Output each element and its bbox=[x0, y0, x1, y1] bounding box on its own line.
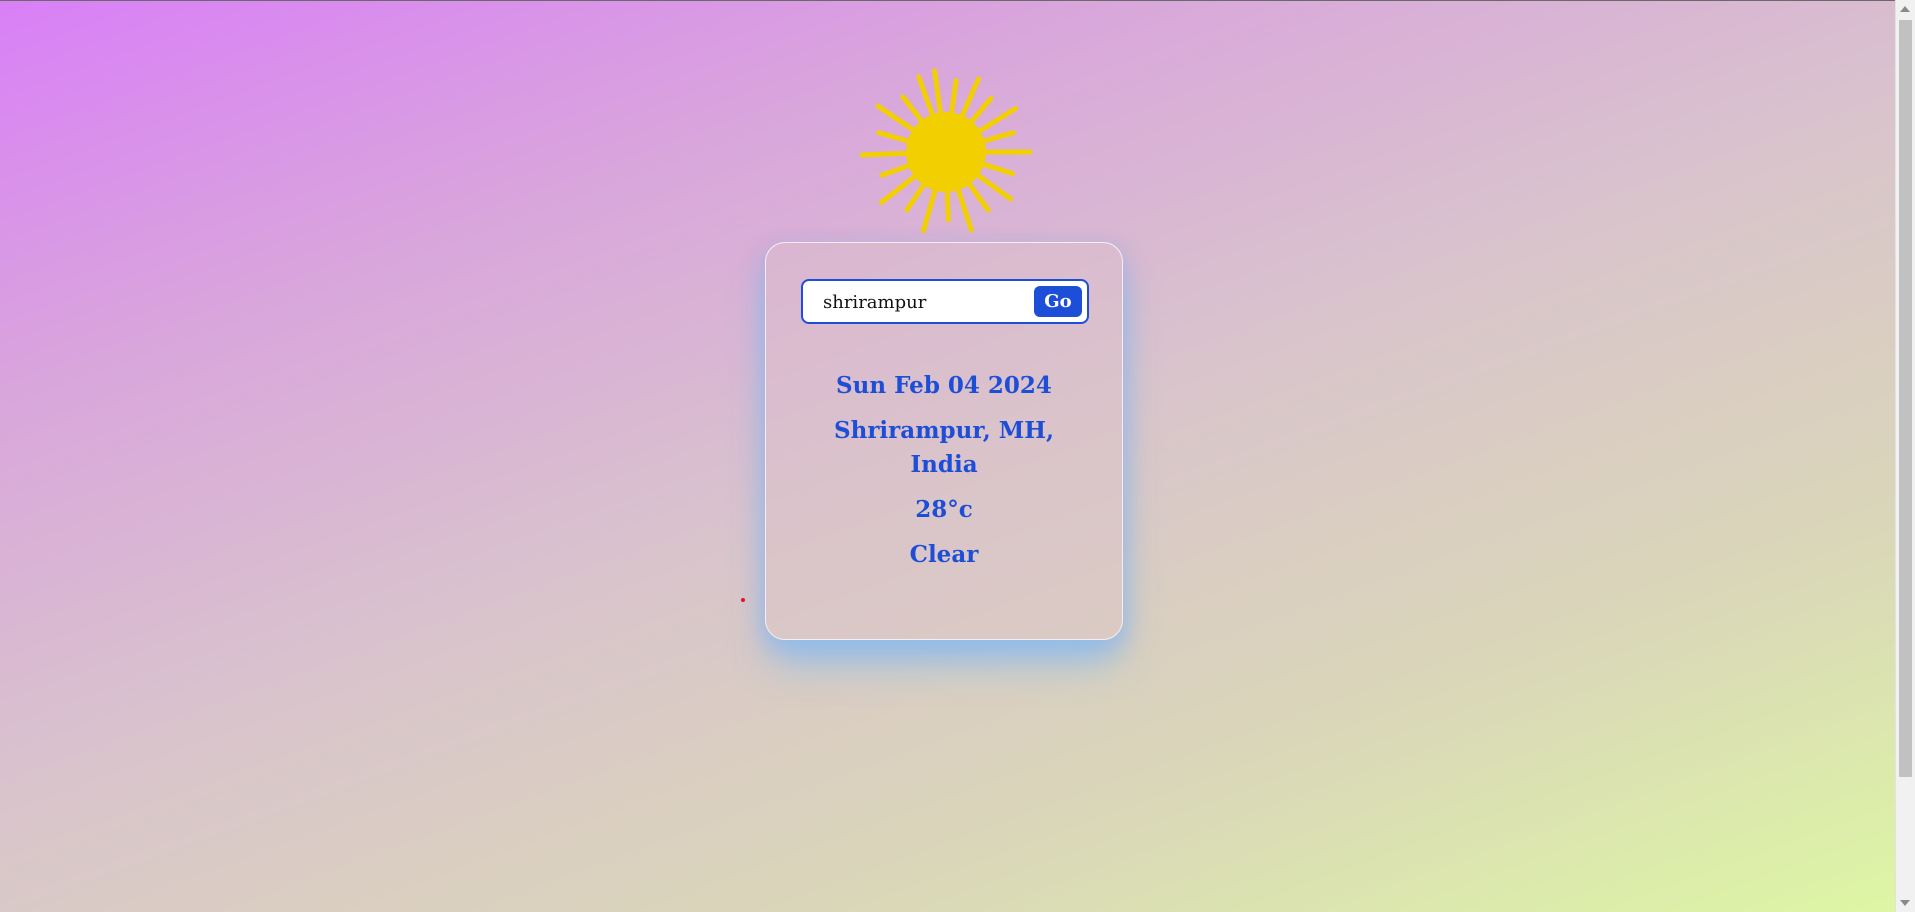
search-box: Go bbox=[801, 279, 1089, 324]
city-search-input[interactable] bbox=[823, 289, 1023, 315]
weather-info: Sun Feb 04 2024 Shrirampur, MH, India 28… bbox=[766, 369, 1122, 583]
scroll-up-arrow-icon[interactable] bbox=[1900, 6, 1910, 12]
weather-card: Go Sun Feb 04 2024 Shrirampur, MH, India… bbox=[765, 242, 1123, 640]
scroll-down-arrow-icon[interactable] bbox=[1900, 900, 1910, 906]
window-top-border bbox=[0, 0, 1895, 1]
weather-date: Sun Feb 04 2024 bbox=[836, 372, 1052, 399]
red-dot-marker bbox=[741, 598, 745, 602]
weather-condition: Clear bbox=[909, 541, 979, 568]
scrollbar-thumb[interactable] bbox=[1899, 20, 1912, 777]
go-button[interactable]: Go bbox=[1034, 286, 1082, 317]
vertical-scrollbar[interactable] bbox=[1895, 0, 1915, 912]
weather-temperature: 28°c bbox=[915, 496, 973, 523]
app-background: Go Sun Feb 04 2024 Shrirampur, MH, India… bbox=[0, 0, 1895, 912]
weather-location: Shrirampur, MH, India bbox=[833, 417, 1054, 478]
sun-icon bbox=[859, 68, 1033, 234]
